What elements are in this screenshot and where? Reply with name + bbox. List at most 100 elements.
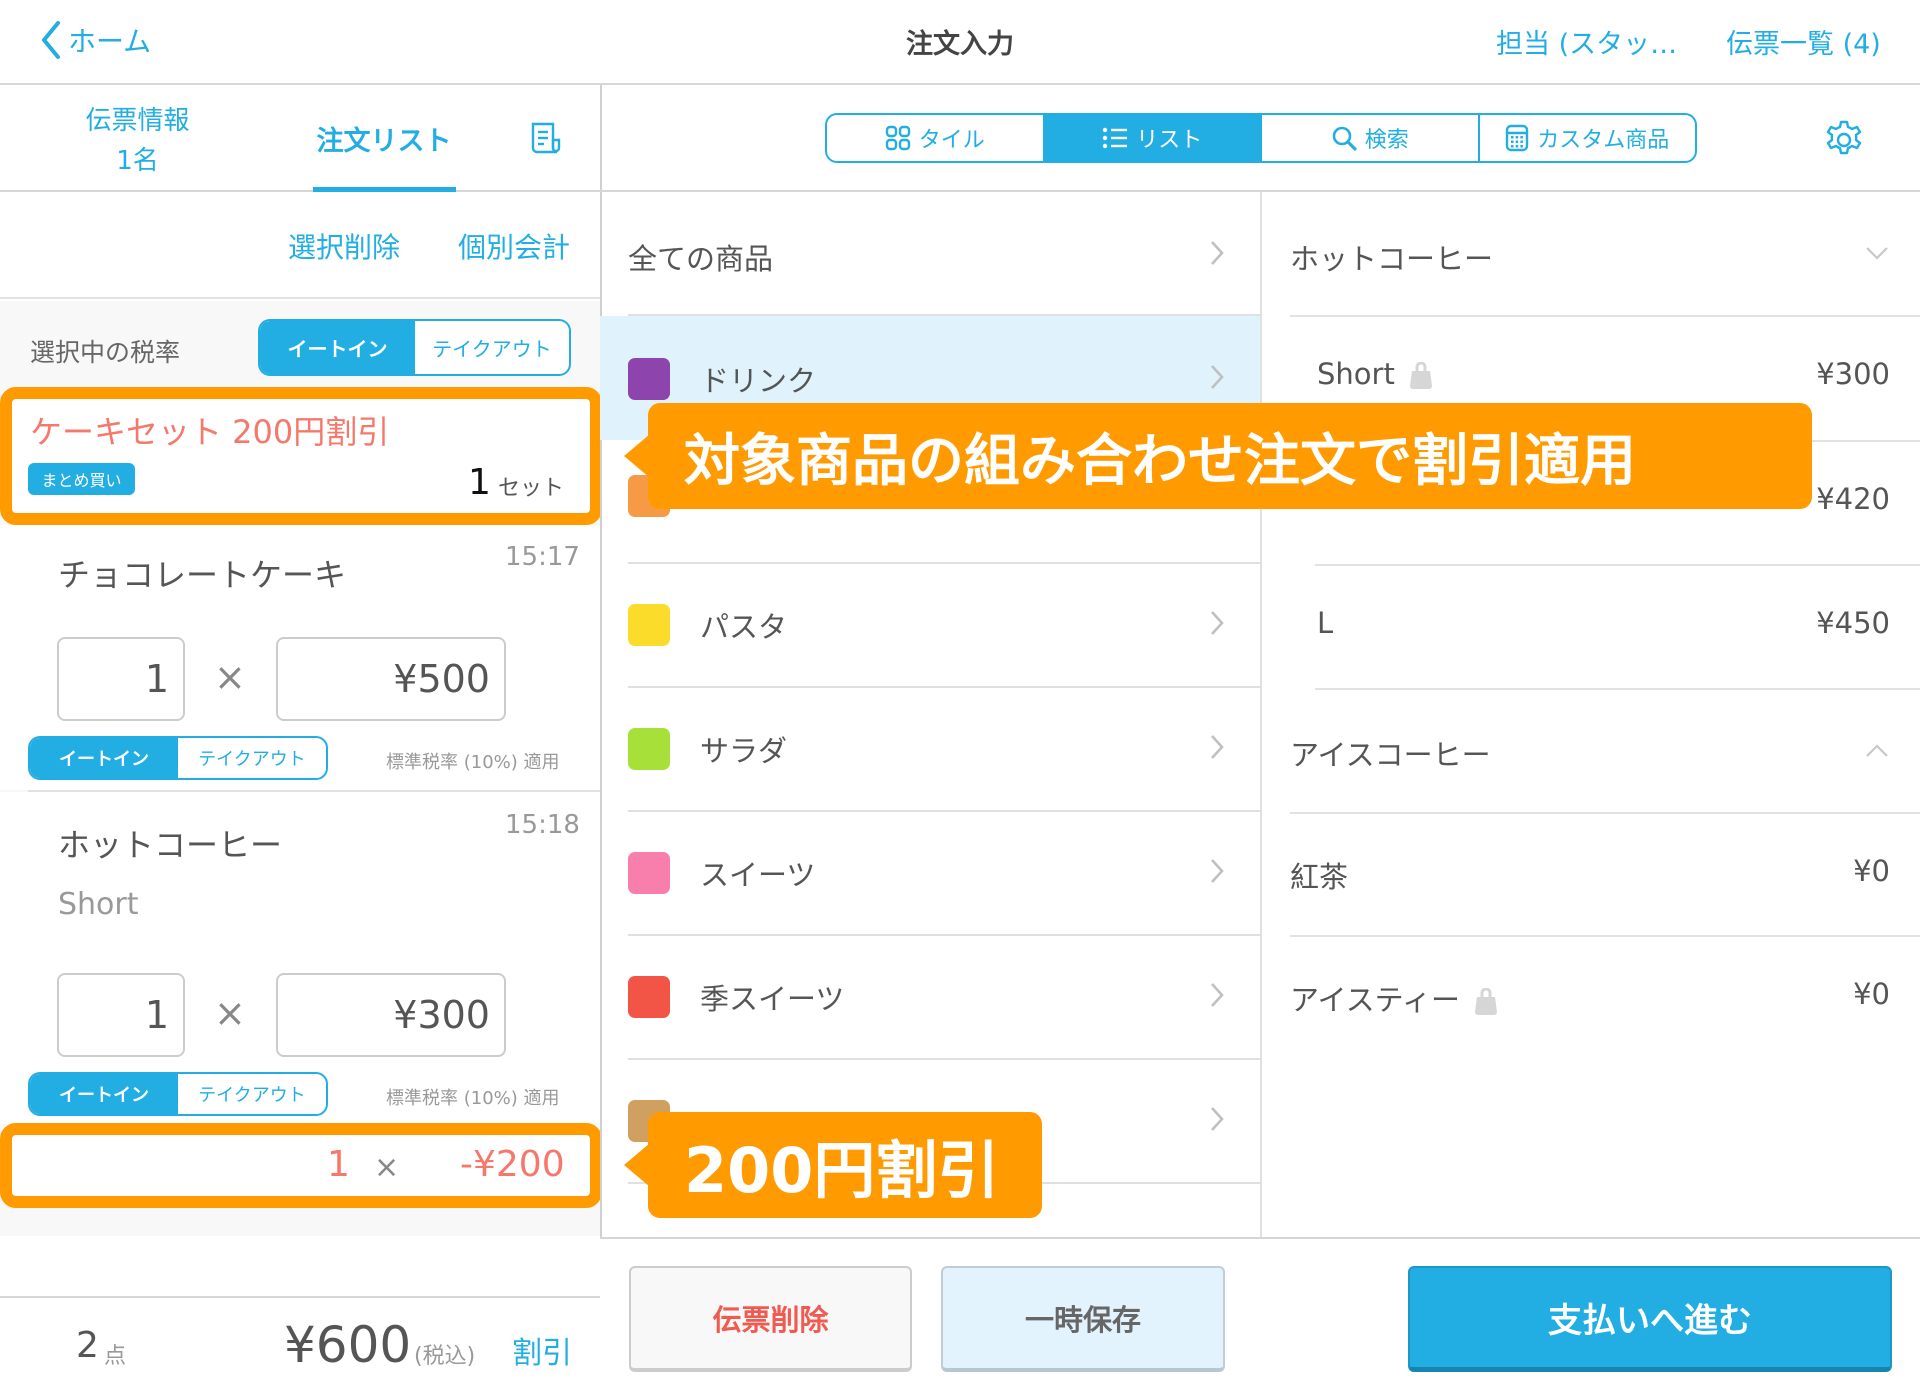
quantity-input[interactable]: 1 <box>57 637 185 721</box>
slip-list-button[interactable]: 伝票一覧 (4) <box>1726 22 1881 61</box>
tab-slip-info[interactable]: 伝票情報 1名 <box>60 101 215 181</box>
category-row[interactable]: スイーツ <box>600 812 1260 936</box>
category-color-swatch <box>628 604 670 646</box>
set-quantity: 1 <box>468 462 491 503</box>
item-tax-toggle: イートイン テイクアウト <box>28 1072 328 1116</box>
takeout-bag-icon <box>1474 988 1497 1015</box>
variant-label: Short <box>1317 357 1433 391</box>
item-name: チョコレートケーキ <box>58 556 347 594</box>
tax-rate-toggle: イートイン テイクアウト <box>258 319 571 376</box>
view-search-label: 検索 <box>1364 128 1409 153</box>
category-label: サラダ <box>700 734 788 768</box>
item-time: 15:17 <box>505 542 580 572</box>
tax-option-eat-in[interactable]: イートイン <box>30 1074 178 1114</box>
category-label: パスタ <box>700 610 788 644</box>
discount-quantity: 1 <box>327 1144 350 1185</box>
search-icon <box>1332 126 1357 151</box>
variant-price: ¥450 <box>1816 606 1890 640</box>
category-row[interactable]: サラダ <box>600 688 1260 812</box>
view-list-button[interactable]: リスト <box>1044 115 1262 161</box>
product-group-header[interactable]: ホットコーヒー <box>1260 192 1920 316</box>
chevron-right-icon <box>1211 859 1224 883</box>
tile-grid-icon <box>885 125 910 151</box>
variant-price: ¥420 <box>1816 482 1890 516</box>
tax-included-note: (税込) <box>414 1344 476 1369</box>
left-tabs: 伝票情報 1名 注文リスト <box>0 85 600 192</box>
chevron-up-icon <box>1866 744 1888 757</box>
tax-note: 標準税率 (10%) 適用 <box>386 1088 560 1109</box>
set-unit: セット <box>498 476 565 501</box>
chevron-right-icon <box>1211 983 1224 1007</box>
times-symbol: × <box>214 991 246 1035</box>
product-price: ¥0 <box>1853 977 1890 1011</box>
category-row[interactable]: 季スイーツ <box>600 936 1260 1060</box>
order-actions-row: 選択削除 個別会計 <box>0 192 600 299</box>
selected-delete-button[interactable]: 選択削除 <box>288 226 400 266</box>
staff-selector-button[interactable]: 担当 (スタッ… <box>1496 22 1677 61</box>
item-count: 2 <box>76 1325 99 1366</box>
category-color-swatch <box>628 358 670 400</box>
category-label: 季スイーツ <box>700 982 845 1016</box>
list-icon <box>1103 127 1128 149</box>
item-count-unit: 点 <box>104 1344 127 1369</box>
tax-option-eat-in[interactable]: イートイン <box>260 321 415 374</box>
bulk-buy-badge: まとめ買い <box>28 463 135 495</box>
delete-slip-button[interactable]: 伝票削除 <box>629 1266 912 1372</box>
takeout-bag-icon <box>1409 362 1432 389</box>
callout-200-discount: 200円割引 <box>624 1112 1042 1218</box>
category-row[interactable]: パスタ <box>600 564 1260 688</box>
product-name: 紅茶 <box>1290 860 1349 894</box>
product-name: アイスティー <box>1290 983 1460 1017</box>
category-color-swatch <box>628 728 670 770</box>
product-group-header[interactable]: アイスコーヒー <box>1260 690 1920 814</box>
proceed-payment-button[interactable]: 支払いへ進む <box>1408 1266 1892 1372</box>
callout-combo-discount: 対象商品の組み合わせ注文で割引適用 <box>624 403 1812 509</box>
view-mode-toggle: タイル リスト 検索 カスタム商品 <box>825 113 1697 163</box>
product-variant-row[interactable]: L ¥450 <box>1260 566 1920 688</box>
item-variant: Short <box>58 887 139 922</box>
variant-price: ¥300 <box>1816 357 1890 391</box>
chevron-right-icon <box>1211 1107 1224 1131</box>
view-search-button[interactable]: 検索 <box>1262 115 1480 161</box>
tax-rate-label: 選択中の税率 <box>30 338 181 367</box>
hold-slip-button[interactable]: 一時保存 <box>941 1266 1225 1372</box>
product-row[interactable]: アイスティー ¥0 <box>1260 937 1920 1059</box>
tax-option-takeout[interactable]: テイクアウト <box>178 738 326 778</box>
guest-count: 1名 <box>116 146 159 176</box>
chevron-down-icon <box>1866 247 1888 260</box>
view-tile-button[interactable]: タイル <box>827 115 1045 161</box>
chevron-right-icon <box>1211 735 1224 759</box>
price-input[interactable]: ¥300 <box>276 973 506 1057</box>
discount-button[interactable]: 割引 <box>512 1328 572 1372</box>
view-custom-item-label: カスタム商品 <box>1537 128 1670 153</box>
discount-amount: -¥200 <box>460 1144 565 1185</box>
tax-option-takeout[interactable]: テイクアウト <box>415 321 569 374</box>
tax-option-takeout[interactable]: テイクアウト <box>178 1074 326 1114</box>
chevron-right-icon <box>1211 241 1224 265</box>
quantity-input[interactable]: 1 <box>57 973 185 1057</box>
category-list: 全ての商品 ドリンク フード パスタ サラダ スイーツ 季スイーツ <box>600 192 1260 1237</box>
split-payment-button[interactable]: 個別会計 <box>458 226 570 266</box>
back-label: ホーム <box>68 25 152 58</box>
price-input[interactable]: ¥500 <box>276 637 506 721</box>
category-color-swatch <box>628 976 670 1018</box>
set-discount-name: ケーキセット 200円割引 <box>30 413 390 451</box>
tab-order-list[interactable]: 注文リスト <box>312 119 456 158</box>
receipt-icon[interactable] <box>528 121 564 161</box>
category-all-products[interactable]: 全ての商品 <box>600 192 1260 316</box>
product-row[interactable]: 紅茶 ¥0 <box>1260 814 1920 936</box>
item-time: 15:18 <box>505 810 580 840</box>
product-list: ホットコーヒー Short ¥300 … ¥420 L ¥450 アイスコーヒー… <box>1260 192 1920 1237</box>
top-nav-bar: ホーム 注文入力 担当 (スタッ… 伝票一覧 (4) <box>0 0 1920 85</box>
view-tile-label: タイル <box>918 128 985 153</box>
gear-icon[interactable] <box>1822 118 1866 166</box>
chevron-right-icon <box>1211 365 1224 389</box>
chevron-right-icon <box>1211 611 1224 635</box>
view-custom-item-button[interactable]: カスタム商品 <box>1480 115 1696 161</box>
tax-option-eat-in[interactable]: イートイン <box>30 738 178 778</box>
variant-name: L <box>1317 606 1334 640</box>
category-color-swatch <box>628 852 670 894</box>
product-price: ¥0 <box>1853 854 1890 888</box>
back-home-button[interactable]: ホーム <box>40 18 151 62</box>
category-label: ドリンク <box>700 364 817 398</box>
